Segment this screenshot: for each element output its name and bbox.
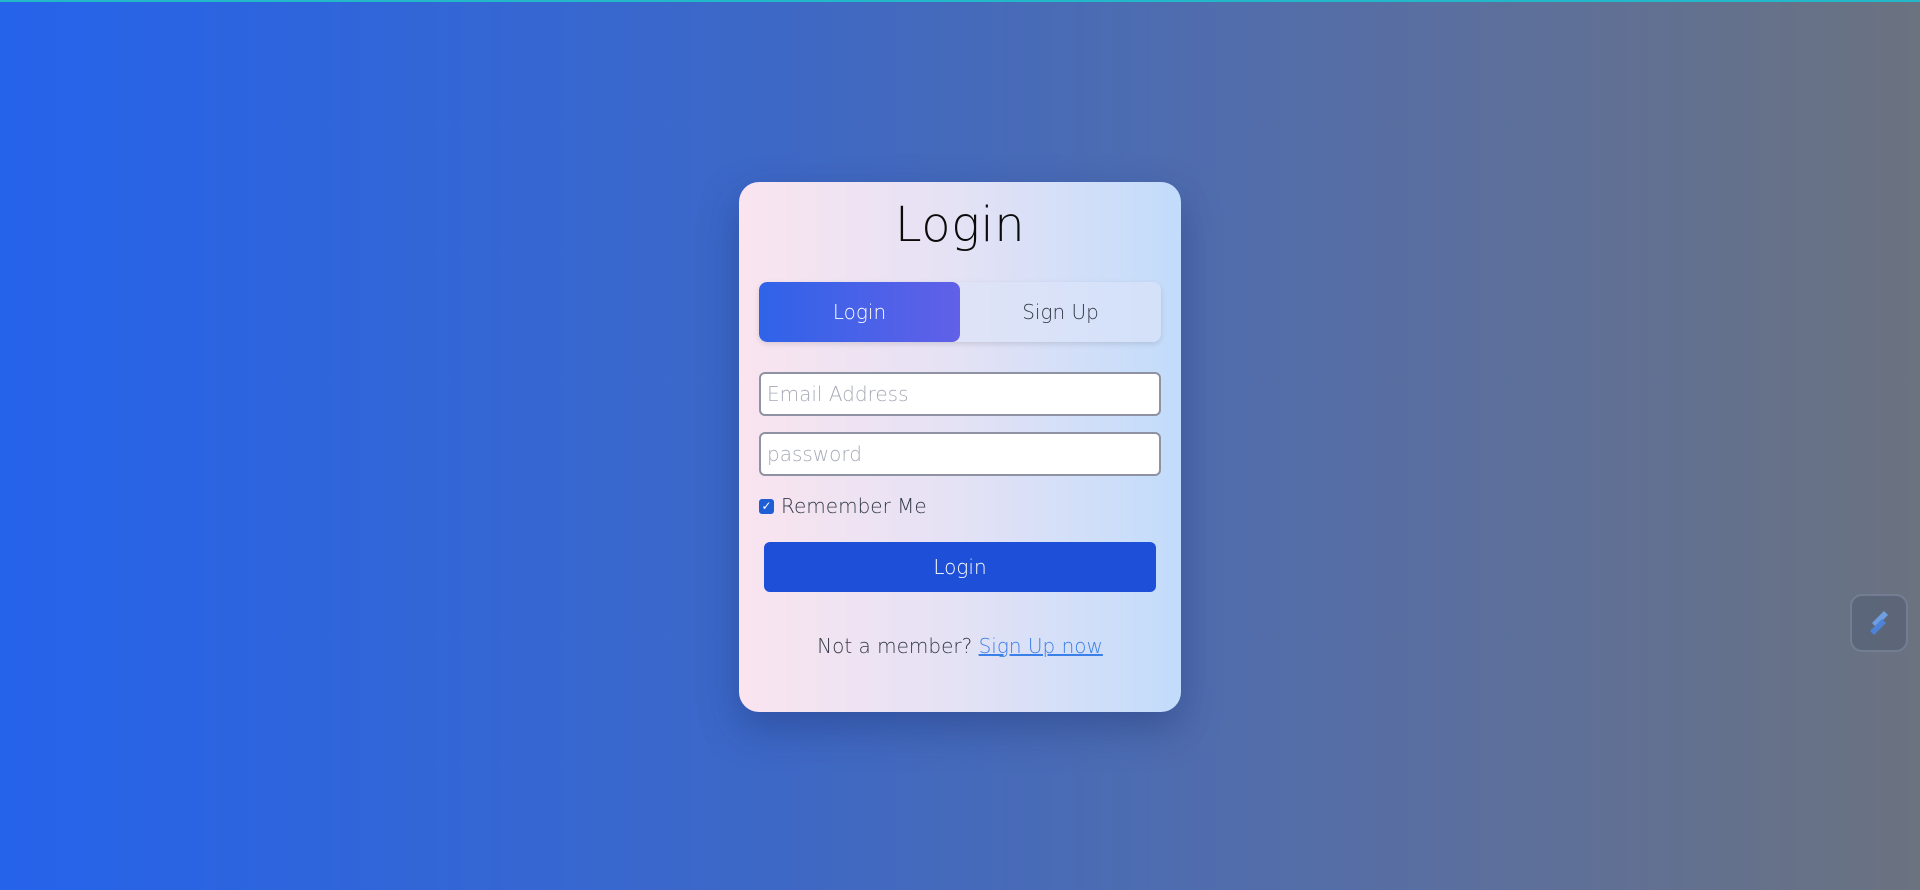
stack-icon — [1870, 611, 1888, 635]
signup-prompt-text: Not a member? — [817, 634, 979, 658]
password-input[interactable] — [759, 432, 1161, 476]
floating-widget-button[interactable] — [1850, 594, 1908, 652]
signup-link[interactable]: Sign Up now — [979, 634, 1103, 658]
remember-me-row: ✓ Remember Me — [759, 494, 927, 518]
tab-login[interactable]: Login — [759, 282, 960, 342]
email-input[interactable] — [759, 372, 1161, 416]
login-card: Login Login Sign Up ✓ Remember Me Login … — [739, 182, 1181, 712]
login-button[interactable]: Login — [764, 542, 1156, 592]
remember-me-checkbox[interactable]: ✓ — [759, 498, 774, 514]
card-title: Login — [894, 197, 1026, 253]
signup-prompt: Not a member? Sign Up now — [739, 634, 1181, 658]
top-accent-line — [0, 0, 1920, 2]
tab-signup[interactable]: Sign Up — [960, 282, 1161, 342]
remember-me-label: Remember Me — [781, 494, 927, 518]
auth-tabs: Login Sign Up — [759, 282, 1161, 342]
